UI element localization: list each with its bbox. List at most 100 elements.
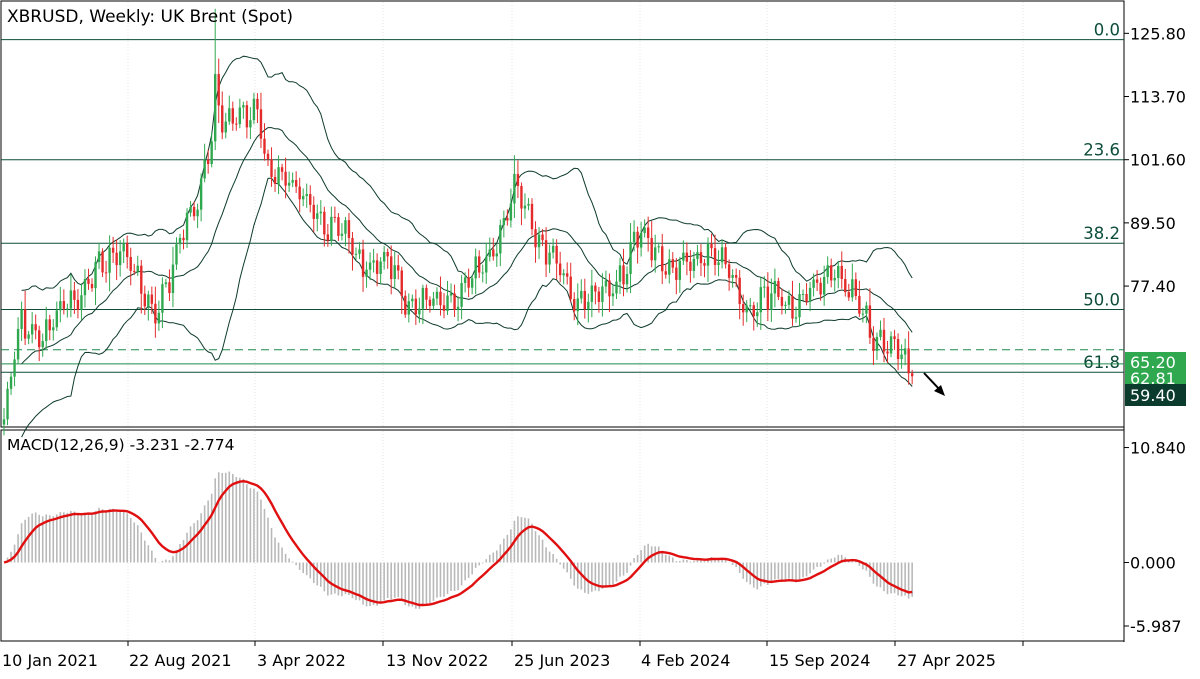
candle-body [773,280,777,294]
candle [386,248,389,269]
candle [235,117,238,131]
candle [791,280,794,326]
candle-body [27,334,30,339]
candle-body [20,309,23,329]
candle [38,325,41,362]
bollinger-upper-band [21,55,913,291]
candle-body [646,227,650,238]
candle [544,227,548,278]
candle-body [94,262,97,289]
last-price-label: 59.40 [1125,384,1186,406]
candle [668,249,671,284]
candle-body [558,263,562,276]
candle-body [136,265,139,272]
price-tick-label: 77.40 [1130,277,1176,296]
candle [907,331,910,385]
candle-body [263,138,266,154]
candle-body [530,203,534,230]
candle-body [865,305,868,314]
candle-body [618,265,622,282]
candle-body [108,247,111,273]
candle-body [763,286,766,288]
candle [368,252,372,281]
candle-body [104,272,108,274]
candle-body [404,295,407,315]
candle [122,238,125,264]
candle [851,263,854,302]
candle [55,301,58,332]
candle-body [235,123,238,125]
candle [13,351,16,387]
candle [442,293,446,319]
down-arrow-icon [923,372,945,396]
candle [706,237,710,282]
candle-body [23,309,27,339]
candle [168,269,171,301]
candle [294,171,298,193]
candle [242,101,245,119]
candle-body [587,301,590,310]
candle [27,330,30,345]
candle-body [636,231,639,248]
candle [875,332,879,360]
candle [333,206,337,223]
candle [868,288,872,345]
candle-body [502,218,506,226]
candle [671,252,674,274]
candle-body [481,272,484,274]
candle [347,212,351,254]
candle-body [668,259,671,275]
candle-body [699,252,703,264]
candle [319,200,322,225]
candle-body [224,121,227,133]
candle [358,242,361,259]
x-tick-label: 4 Feb 2024 [641,651,730,670]
candle-body [330,216,333,241]
candle-body [601,286,604,302]
candle [474,248,477,295]
candle [393,251,396,288]
candle [400,266,403,314]
candle-body [16,328,20,360]
candle-body [34,324,37,331]
candle-body [129,257,132,271]
candle-body [446,295,449,311]
candle-body [661,246,664,272]
candle-body [692,258,696,271]
fib-label-50.0: 50.0 [1083,291,1120,310]
candle-body [291,180,294,183]
candle-body [379,261,382,274]
candle-body [474,256,477,279]
candle-body [171,264,175,294]
candle-body [432,298,435,306]
candle [527,198,530,211]
candle-body [256,98,259,110]
candle [710,233,713,257]
candle [375,253,379,287]
candle-body [847,292,850,298]
candle [407,293,410,323]
candle [280,163,284,181]
candle [203,143,206,183]
candle-body [259,109,263,139]
candle [270,147,273,187]
candle-body [770,293,773,310]
candle-body [337,217,340,236]
x-tick-label: 22 Aug 2021 [129,651,232,670]
candle [636,226,639,264]
candle-body [90,283,94,289]
candle [759,277,762,330]
candle [245,100,249,139]
candle-body [375,260,379,274]
candle [530,198,534,236]
candle-body [273,177,277,184]
candle-body [738,277,741,305]
candle [372,248,375,273]
candle-body [629,242,632,274]
price-tick-label: 125.80 [1130,24,1186,43]
candle-body [45,319,48,342]
candle-body [284,171,287,186]
candle-body [886,351,889,354]
candle [48,314,51,341]
candle-body [467,277,470,288]
